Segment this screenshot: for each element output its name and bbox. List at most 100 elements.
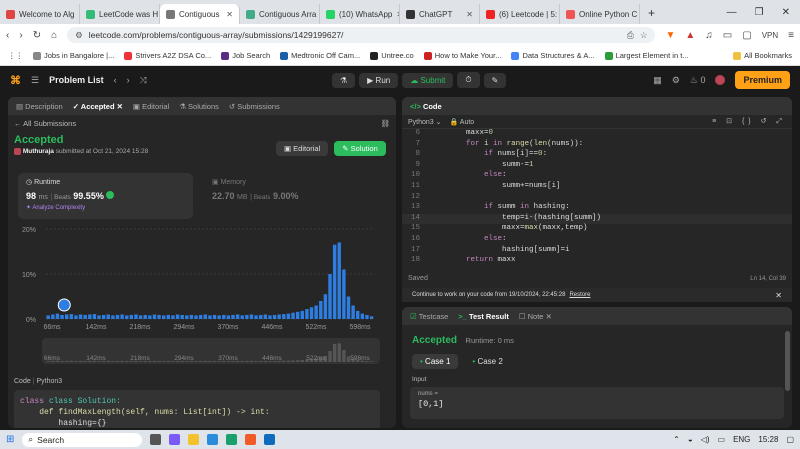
new-tab-icon[interactable]: + [640, 2, 663, 24]
rewards-icon[interactable]: ▲ [685, 30, 695, 41]
tab-testcase[interactable]: ☑ Testcase [410, 312, 448, 321]
analyze-complexity-link[interactable]: ✦ Analyze Complexity [26, 204, 185, 211]
tab-submissions[interactable]: ↺ Submissions [229, 102, 280, 111]
store-icon[interactable] [207, 434, 219, 445]
bookmark-item[interactable]: Job Search [221, 51, 270, 60]
browser-tab[interactable]: LeetCode was H✕ [80, 4, 160, 24]
timer-icon[interactable]: ⏱ [457, 72, 480, 88]
brave-taskbar-icon[interactable] [245, 434, 257, 445]
tab-test-result[interactable]: >_ Test Result [458, 312, 509, 321]
solution-button[interactable]: ✎ Solution [334, 141, 386, 156]
auto-toggle[interactable]: 🔒 Auto [450, 118, 475, 126]
bookmark-item[interactable]: Jobs in Bangalore |... [33, 51, 114, 60]
wallet-icon[interactable]: ▢ [742, 30, 751, 41]
tab-solutions[interactable]: ⚗ Solutions [179, 102, 219, 111]
close-banner-icon[interactable]: ✕ [775, 291, 782, 300]
bookmark-item[interactable]: Medtronic Off Cam... [280, 51, 360, 60]
debug-icon[interactable]: ⚗ [332, 72, 356, 88]
tab-description[interactable]: ▤ Description [16, 102, 63, 111]
bookmark-item[interactable]: Untree.co [370, 51, 414, 60]
tab-close-icon[interactable]: ✕ [466, 10, 473, 19]
tab-note[interactable]: ☐ Note ✕ [519, 312, 552, 321]
editor-line[interactable]: 15 maxx=max(maxx,temp) [402, 224, 792, 235]
editor-line[interactable]: 17 hashing[summ]=i [402, 246, 792, 257]
browser-tab[interactable]: (6) Leetcode | 5:✕ [480, 4, 560, 24]
outlook-icon[interactable] [264, 434, 276, 445]
run-button[interactable]: ▶ Run [359, 72, 399, 88]
editor-line[interactable]: 8 if nums[i]==0: [402, 150, 792, 161]
reload-icon[interactable]: ↻ [33, 30, 41, 41]
leetcode-logo-icon[interactable]: ⌘ [10, 74, 21, 87]
code-tab[interactable]: </> Code [410, 102, 442, 111]
vpn-button[interactable]: VPN [762, 31, 778, 40]
console-scrollbar[interactable] [785, 331, 790, 391]
editor-line[interactable]: 13 if summ in hashing: [402, 203, 792, 214]
task-view-icon[interactable] [150, 434, 162, 445]
case-1-tab[interactable]: • Case 1 [412, 354, 459, 369]
close-icon[interactable]: ✕ [782, 7, 790, 18]
bookmark-item[interactable]: How to Make Your... [423, 51, 501, 60]
language-indicator[interactable]: ENG [733, 435, 750, 444]
editor-line[interactable]: 6 maxx=0 [402, 129, 792, 140]
editor-line[interactable]: 18 return maxx [402, 256, 792, 267]
runtime-card[interactable]: ◷ Runtime 98 ms | Beats 99.55% ✦ Analyze… [18, 173, 193, 219]
submit-button[interactable]: ☁ Submit [402, 72, 454, 88]
premium-button[interactable]: Premium [735, 71, 790, 89]
browser-tab[interactable]: Welcome to Alg✕ [0, 4, 80, 24]
shuffle-icon[interactable]: ⤨ [140, 75, 147, 86]
case-2-tab[interactable]: • Case 2 [464, 354, 510, 369]
url-field[interactable]: ⚙ leetcode.com/problems/contiguous-array… [67, 27, 656, 43]
problem-list-link[interactable]: Problem List [49, 75, 104, 85]
editor-line[interactable]: 12 [402, 193, 792, 204]
all-submissions-link[interactable]: ← All Submissions [14, 119, 76, 128]
editorial-button[interactable]: ▣ Editorial [276, 141, 329, 156]
share-icon[interactable]: ⎙ [627, 30, 634, 41]
home-icon[interactable]: ⌂ [51, 30, 57, 41]
browser-tab[interactable]: ChatGPT ✕ [400, 4, 480, 24]
tab-close-icon[interactable]: ✕ [226, 10, 233, 19]
settings-icon[interactable]: ⚙ [672, 75, 680, 86]
browser-tab[interactable]: (10) WhatsApp✕ [320, 4, 400, 24]
notifications-icon[interactable]: ▢ [786, 435, 794, 444]
bookmark-item[interactable]: Strivers A2Z DSA Co... [124, 51, 211, 60]
notes-icon[interactable]: ✎ [483, 72, 507, 88]
taskbar-search[interactable]: ⌕ Search [22, 432, 143, 447]
minimize-icon[interactable]: — [727, 7, 737, 18]
browser-tab[interactable]: Contiguous Arra✕ [240, 4, 320, 24]
layout-icon[interactable]: ▦ [653, 75, 662, 86]
apps-icon[interactable]: ⋮⋮ [8, 51, 23, 60]
editor-line[interactable]: 11 summ+=nums[i] [402, 182, 792, 193]
tab-accepted[interactable]: ✓ Accepted ✕ [73, 102, 123, 111]
forward-icon[interactable]: › [19, 30, 22, 41]
prev-problem-icon[interactable]: ‹ [114, 75, 117, 85]
volume-icon[interactable]: ◁) [701, 435, 710, 444]
editor-line[interactable]: 9 summ-=1 [402, 161, 792, 172]
coins-icon[interactable]: ♨ 0 [690, 75, 706, 86]
memory-card[interactable]: ▣ Memory 22.70 MB | Beats 9.00% [204, 173, 379, 219]
code-editor[interactable]: 6 maxx=0 7 for i in range(len(nums)): 8 if… [402, 129, 792, 267]
edge-icon[interactable] [226, 434, 238, 445]
share-link-icon[interactable]: ⛓ [380, 119, 390, 128]
editor-actions[interactable]: ≡ ⊡ {} ↺ ⤢ [712, 117, 786, 126]
menu-icon[interactable]: ≡ [788, 30, 794, 41]
tab-editorial[interactable]: ▣ Editorial [133, 102, 169, 111]
brave-shield-icon[interactable]: ▼ [665, 30, 675, 41]
bookmark-item[interactable]: Data Structures & A... [511, 51, 595, 60]
site-info-icon[interactable]: ⚙ [75, 30, 83, 41]
clock[interactable]: 15:28 [758, 435, 778, 444]
language-select[interactable]: Python3 ⌄ [408, 118, 442, 126]
runtime-distribution-chart[interactable]: 20% 10% 0% 66ms 142ms 218ms 294ms 370ms 446ms 522… [12, 223, 382, 373]
editor-line[interactable]: 16 else: [402, 235, 792, 246]
submitter-name[interactable]: Muthuraja [23, 148, 54, 155]
next-problem-icon[interactable]: › [127, 75, 130, 85]
bookmark-item[interactable]: Largest Element in t... [604, 51, 689, 60]
music-icon[interactable]: ♫ [705, 30, 713, 41]
file-explorer-icon[interactable] [188, 434, 200, 445]
battery-icon[interactable]: ▭ [718, 435, 726, 444]
network-icon[interactable]: ◒ [688, 435, 693, 444]
editor-line[interactable]: 14 temp=i-(hashing[summ]) [402, 213, 792, 225]
bookmark-star-icon[interactable]: ☆ [640, 30, 648, 41]
browser-tab[interactable]: Contiguous ✕ [160, 4, 240, 24]
restore-icon[interactable]: ❐ [755, 7, 764, 18]
restore-link[interactable]: Restore [569, 292, 590, 298]
